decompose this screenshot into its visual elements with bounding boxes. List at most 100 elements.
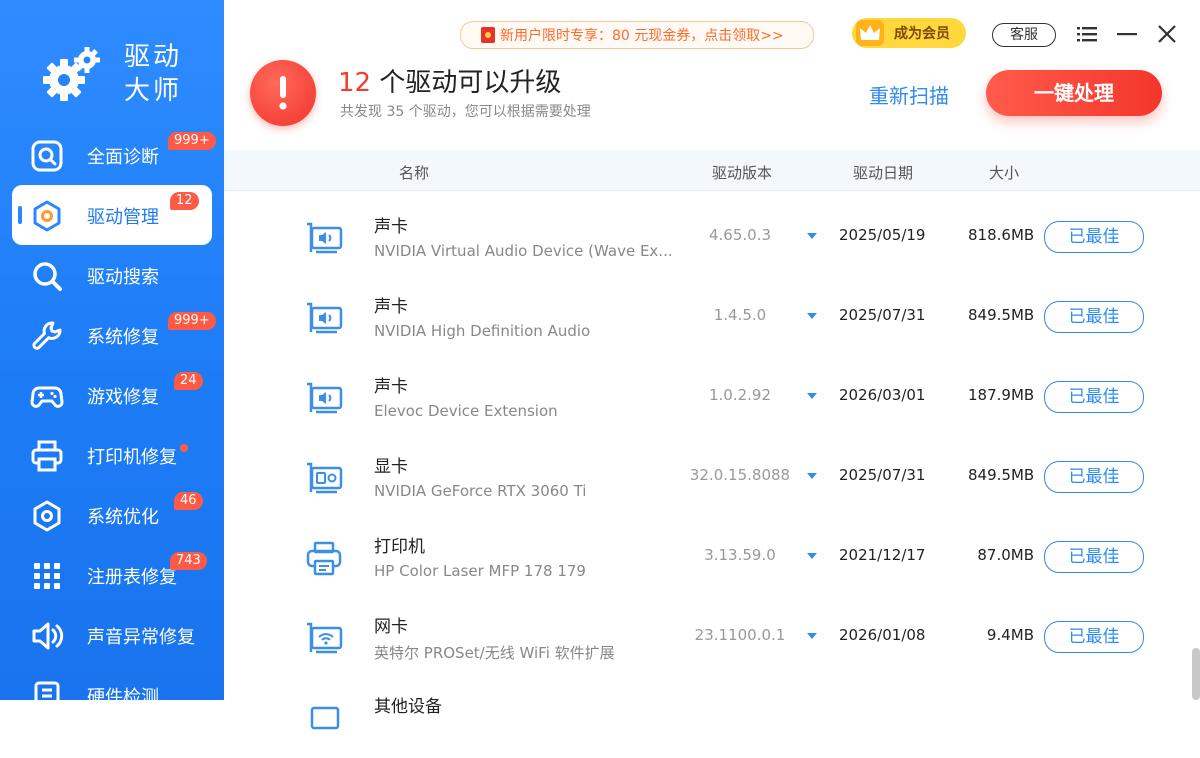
- driver-size: 849.5MB: [968, 306, 1035, 324]
- printer-icon: [306, 541, 342, 576]
- menu-icon[interactable]: [1075, 22, 1099, 46]
- sidebar-item-hardware-check[interactable]: 硬件检测: [0, 666, 224, 700]
- become-vip-button[interactable]: 成为会员: [852, 18, 966, 48]
- sidebar-item-label: 硬件检测: [87, 687, 159, 700]
- table-row[interactable]: 其他设备: [224, 678, 1200, 758]
- sidebar-item-diagnose[interactable]: 全面诊断 999+: [0, 126, 224, 186]
- sidebar-item-label: 游戏修复: [87, 387, 159, 408]
- status-button[interactable]: 已最佳: [1044, 221, 1144, 253]
- sidebar-item-sound-repair[interactable]: 声音异常修复: [0, 606, 224, 666]
- sound-card-icon: [307, 222, 343, 254]
- driver-size: 187.9MB: [968, 386, 1035, 404]
- other-device-icon: [310, 706, 340, 730]
- sidebar-item-system-repair[interactable]: 系统修复 999+: [0, 306, 224, 366]
- driver-version: 1.0.2.92: [708, 386, 772, 404]
- driver-date: 2025/05/19: [839, 226, 926, 244]
- crown-icon: [856, 20, 884, 46]
- sidebar-item-system-optimize[interactable]: 系统优化 46: [0, 486, 224, 546]
- gamepad-icon: [30, 386, 64, 408]
- table-row[interactable]: 网卡 英特尔 PROSet/无线 WiFi 软件扩展 23.1100.0.1 2…: [224, 598, 1200, 678]
- scan-summary: 共发现 35 个驱动，您可以根据需要处理: [340, 104, 591, 120]
- device-name: 英特尔 PROSet/无线 WiFi 软件扩展: [374, 644, 615, 662]
- device-category: 声卡: [374, 217, 408, 237]
- promo-text: 新用户限时专享：80 元现金券，点击领取>>: [500, 28, 784, 44]
- status-button[interactable]: 已最佳: [1044, 381, 1144, 413]
- active-indicator: [18, 206, 22, 224]
- table-row[interactable]: 打印机 HP Color Laser MFP 178 179 3.13.59.0…: [224, 518, 1200, 598]
- sidebar-item-driver-manage[interactable]: 驱动管理 12: [0, 185, 224, 246]
- device-category: 声卡: [374, 297, 408, 317]
- status-button[interactable]: 已最佳: [1044, 621, 1144, 653]
- version-dropdown-icon[interactable]: [807, 473, 817, 479]
- network-card-icon: [307, 622, 343, 654]
- sidebar-item-label: 全面诊断: [87, 147, 159, 168]
- column-header-version: 驱动版本: [712, 164, 773, 182]
- driver-size: 9.4MB: [986, 626, 1034, 644]
- device-category: 打印机: [374, 537, 425, 557]
- driver-date: 2021/12/17: [839, 546, 926, 564]
- driver-size: 87.0MB: [977, 546, 1034, 564]
- driver-date: 2026/03/01: [839, 386, 926, 404]
- version-dropdown-icon[interactable]: [807, 633, 817, 639]
- count-badge: 24: [174, 372, 203, 390]
- sidebar-nav: 全面诊断 999+ 驱动管理 12 驱动搜索 系统修复 999+ 游戏修复 24…: [0, 126, 224, 700]
- customer-service-button[interactable]: 客服: [992, 23, 1056, 47]
- count-badge: 999+: [168, 132, 216, 150]
- app-title-line1: 驱动: [124, 42, 183, 72]
- rescan-button[interactable]: 重新扫描: [869, 80, 949, 109]
- upgrade-title-text: 个驱动可以升级: [371, 68, 562, 98]
- warning-icon: [250, 60, 316, 126]
- wrench-icon: [32, 321, 62, 350]
- version-dropdown-icon[interactable]: [807, 233, 817, 239]
- device-name: NVIDIA Virtual Audio Device (Wave Ex...: [374, 242, 673, 260]
- app-title-line2: 大师: [124, 76, 183, 106]
- promo-banner[interactable]: 新用户限时专享：80 元现金券，点击领取>>: [460, 21, 814, 49]
- status-button[interactable]: 已最佳: [1044, 301, 1144, 333]
- version-dropdown-icon[interactable]: [807, 553, 817, 559]
- table-row[interactable]: 声卡 NVIDIA High Definition Audio 1.4.5.0 …: [224, 278, 1200, 358]
- close-icon[interactable]: [1155, 22, 1179, 46]
- device-category: 网卡: [374, 617, 408, 637]
- sidebar-item-printer-repair[interactable]: 打印机修复: [0, 426, 224, 486]
- table-row[interactable]: 声卡 NVIDIA Virtual Audio Device (Wave Ex.…: [224, 198, 1200, 278]
- scrollbar-thumb[interactable]: [1192, 648, 1200, 700]
- table-row[interactable]: 显卡 NVIDIA GeForce RTX 3060 Ti 32.0.15.80…: [224, 438, 1200, 518]
- device-category: 显卡: [374, 457, 408, 477]
- status-button[interactable]: 已最佳: [1044, 461, 1144, 493]
- count-badge: 743: [170, 552, 207, 570]
- speaker-icon: [32, 622, 64, 650]
- sidebar-item-game-repair[interactable]: 游戏修复 24: [0, 366, 224, 426]
- driver-manage-icon: [33, 200, 61, 232]
- sound-card-icon: [307, 302, 343, 334]
- red-envelope-icon: [481, 27, 495, 43]
- driver-version: 4.65.0.3: [708, 226, 772, 244]
- version-dropdown-icon[interactable]: [807, 313, 817, 319]
- device-name: Elevoc Device Extension: [374, 402, 558, 420]
- device-category: 声卡: [374, 377, 408, 397]
- column-header-date: 驱动日期: [853, 164, 914, 182]
- driver-size: 849.5MB: [968, 466, 1035, 484]
- driver-version: 23.1100.0.1: [694, 626, 786, 644]
- sidebar-item-label: 驱动搜索: [87, 267, 159, 288]
- sidebar-item-label: 打印机修复: [87, 447, 177, 468]
- fix-all-button[interactable]: 一键处理: [986, 70, 1162, 116]
- device-name: NVIDIA High Definition Audio: [374, 322, 591, 340]
- version-dropdown-icon[interactable]: [807, 393, 817, 399]
- sidebar-item-label: 系统优化: [87, 507, 159, 528]
- brand: 驱动 大师: [40, 40, 182, 108]
- sidebar-item-label: 系统修复: [87, 327, 159, 348]
- driver-date: 2026/01/08: [839, 626, 926, 644]
- sidebar-item-driver-search[interactable]: 驱动搜索: [0, 246, 224, 306]
- driver-size: 818.6MB: [968, 226, 1035, 244]
- sidebar-item-registry-repair[interactable]: 注册表修复 743: [0, 546, 224, 606]
- table-row[interactable]: 声卡 Elevoc Device Extension 1.0.2.92 2026…: [224, 358, 1200, 438]
- device-name: HP Color Laser MFP 178 179: [374, 562, 586, 580]
- driver-date: 2025/07/31: [839, 306, 926, 324]
- minimize-icon[interactable]: [1115, 22, 1139, 46]
- status-button[interactable]: 已最佳: [1044, 541, 1144, 573]
- sidebar-item-label: 驱动管理: [87, 207, 159, 228]
- upgrade-summary-title: 12 个驱动可以升级: [338, 62, 561, 99]
- upgrade-count: 12: [338, 68, 372, 98]
- count-badge: 12: [170, 192, 199, 210]
- gears-logo-icon: [43, 47, 100, 101]
